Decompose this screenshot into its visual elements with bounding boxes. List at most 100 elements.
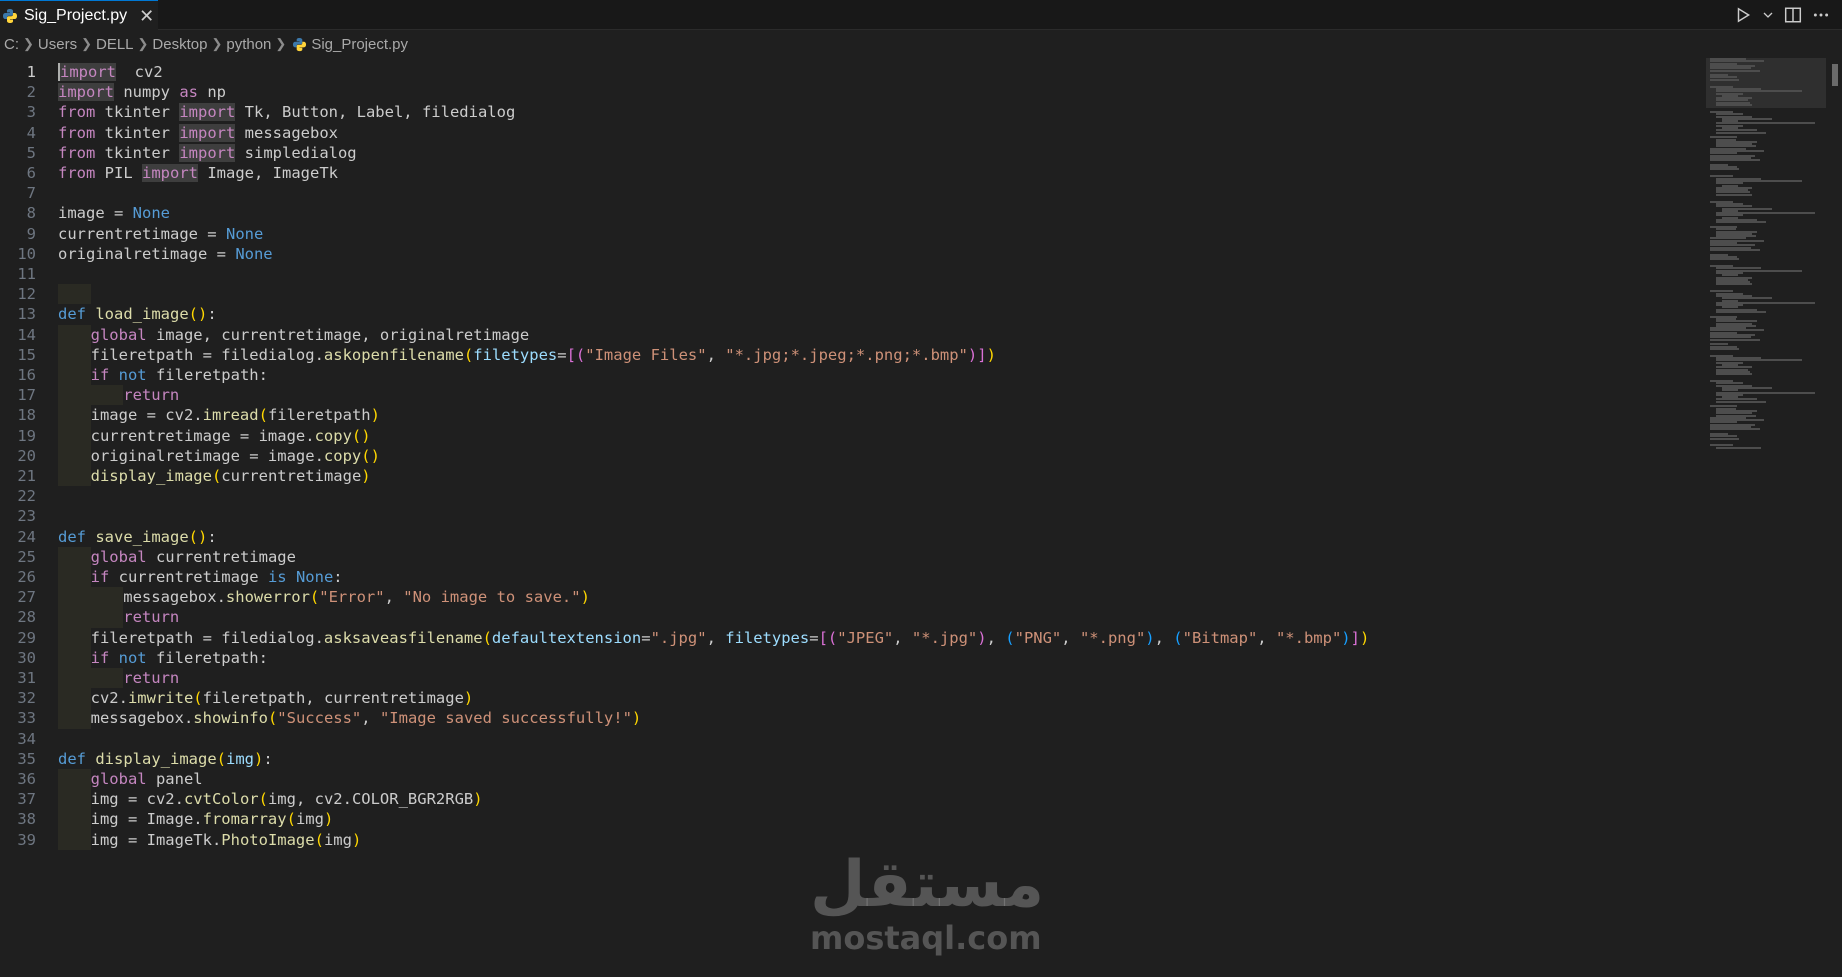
code-line[interactable]: 10 originalretimage = None xyxy=(0,244,1700,264)
code-line[interactable]: 25 global currentretimage xyxy=(0,546,1700,567)
code-token: not xyxy=(118,648,147,667)
breadcrumb-item[interactable]: DELL xyxy=(96,36,134,53)
tab-sig-project[interactable]: Sig_Project.py ✕ xyxy=(0,0,158,30)
code-line[interactable]: 7 xyxy=(0,183,1700,203)
breadcrumb-item[interactable]: C: xyxy=(4,36,19,53)
code-line[interactable]: 11 xyxy=(0,264,1700,284)
code-line[interactable]: 4 from tkinter import messagebox xyxy=(0,123,1700,143)
code-text: originalretimage = image.copy() xyxy=(91,446,380,466)
code-line[interactable]: 36 global panel xyxy=(0,769,1700,790)
code-token: messagebox. xyxy=(90,709,194,728)
code-line[interactable]: 19 currentretimage = image.copy() xyxy=(0,425,1700,446)
close-icon[interactable]: ✕ xyxy=(139,7,154,25)
code-token: originalretimage = image. xyxy=(90,446,324,465)
line-number: 21 xyxy=(17,467,36,485)
code-line[interactable]: 18 image = cv2.imread(fileretpath) xyxy=(0,405,1700,426)
code-line[interactable]: 9 currentretimage = None xyxy=(0,224,1700,244)
code-token: "Image Files" xyxy=(585,345,707,364)
indent-guide xyxy=(58,385,91,406)
code-token: img xyxy=(295,810,324,829)
code-line[interactable]: 2 import numpy as np xyxy=(0,82,1700,102)
code-line[interactable]: 1 import cv2 xyxy=(0,62,1700,82)
code-line[interactable]: 24 def save_image(): xyxy=(0,527,1700,547)
split-editor-icon[interactable] xyxy=(1784,6,1802,24)
code-token: : xyxy=(207,527,217,546)
code-token: "PNG" xyxy=(1014,628,1062,647)
code-text: if currentretimage is None: xyxy=(91,567,343,587)
breadcrumb: C: ❯ Users ❯ DELL ❯ Desktop ❯ python ❯ S… xyxy=(0,32,1842,56)
code-line[interactable]: 39 img = ImageTk.PhotoImage(img) xyxy=(0,829,1700,850)
code-line[interactable]: 30 if not fileretpath: xyxy=(0,647,1700,668)
code-line[interactable]: 32 cv2.imwrite(fileretpath, currentretima… xyxy=(0,688,1700,709)
breadcrumb-item[interactable]: Users xyxy=(38,36,77,53)
breadcrumb-item[interactable]: Sig_Project.py xyxy=(311,36,408,53)
code-line[interactable]: 5 from tkinter import simpledialog xyxy=(0,143,1700,163)
code-line[interactable]: 34 xyxy=(0,729,1700,749)
code-token: panel xyxy=(146,770,203,788)
code-token: = xyxy=(641,628,651,647)
chevron-down-icon[interactable] xyxy=(1762,9,1774,21)
line-number: 30 xyxy=(17,648,36,667)
indent-guide xyxy=(58,344,91,365)
code-line[interactable]: 38 img = Image.fromarray(img) xyxy=(0,809,1700,830)
code-token: cv2. xyxy=(90,689,128,708)
code-line[interactable]: 28 return xyxy=(0,607,1700,628)
code-token: ] xyxy=(1350,628,1360,647)
code-line[interactable]: 22 xyxy=(0,486,1700,506)
code-line[interactable]: 16 if not fileretpath: xyxy=(0,365,1700,386)
indent-guide xyxy=(58,627,91,648)
scrollbar-thumb[interactable] xyxy=(1832,64,1838,86)
minimap[interactable] xyxy=(1706,58,1826,458)
code-token: not xyxy=(118,366,147,384)
chevron-right-icon: ❯ xyxy=(137,36,149,51)
line-number: 32 xyxy=(17,689,36,708)
code-line[interactable]: 3 from tkinter import Tk, Button, Label, … xyxy=(0,102,1700,122)
code-line[interactable]: 20 originalretimage = image.copy() xyxy=(0,445,1700,466)
code-token: showerror xyxy=(225,588,310,607)
line-number: 12 xyxy=(17,285,36,304)
code-token: filetypes xyxy=(473,345,558,364)
code-line[interactable]: 37 img = cv2.cvtColor(img, cv2.COLOR_BGR2… xyxy=(0,789,1700,810)
code-editor[interactable]: 1 import cv2 2 import numpy as np 3 from tkin… xyxy=(0,62,1700,977)
code-line[interactable]: 12 xyxy=(0,284,1700,305)
code-line[interactable]: 21 display_image(currentretimage) xyxy=(0,466,1700,487)
code-line[interactable]: 26 if currentretimage is None: xyxy=(0,567,1700,588)
tab-bar: Sig_Project.py ✕ xyxy=(0,0,1842,30)
code-token: import xyxy=(142,164,198,182)
code-line[interactable]: 17 return xyxy=(0,385,1700,406)
code-token: imwrite xyxy=(127,689,194,708)
code-line[interactable]: 35 def display_image(img): xyxy=(0,749,1700,769)
code-token: ( xyxy=(1173,628,1183,647)
code-token: = xyxy=(809,628,819,647)
run-icon[interactable] xyxy=(1734,6,1752,24)
code-token: img xyxy=(323,830,352,849)
code-text: return xyxy=(123,607,179,627)
chevron-right-icon: ❯ xyxy=(23,36,34,51)
code-line[interactable]: 15 fileretpath = filedialog.askopenfilena… xyxy=(0,344,1700,365)
code-token: () xyxy=(188,305,208,324)
breadcrumb-item[interactable]: Desktop xyxy=(152,36,207,53)
watermark-logo: مستقل mostaql.com xyxy=(810,850,1044,960)
more-actions-icon[interactable] xyxy=(1812,6,1830,24)
code-line[interactable]: 33 messagebox.showinfo("Success", "Image … xyxy=(0,708,1700,729)
code-line[interactable]: 6 from PIL import Image, ImageTk xyxy=(0,163,1700,183)
breadcrumb-item[interactable]: python xyxy=(226,36,271,53)
indent-guide xyxy=(58,365,91,386)
line-number: 38 xyxy=(17,810,36,829)
code-line[interactable]: 27 messagebox.showerror("Error", "No imag… xyxy=(0,587,1700,608)
code-line[interactable]: 8 image = None xyxy=(0,203,1700,223)
code-token: ( xyxy=(309,588,320,607)
code-token: currentretimage = image. xyxy=(90,426,315,445)
line-number: 5 xyxy=(26,143,36,162)
code-token: ) xyxy=(977,628,987,647)
code-line[interactable]: 23 xyxy=(0,506,1700,526)
indent-guide xyxy=(58,647,91,668)
vertical-scrollbar[interactable] xyxy=(1830,58,1842,977)
code-line[interactable]: 14 global image, currentretimage, origina… xyxy=(0,324,1700,345)
code-token: None xyxy=(225,224,264,243)
code-token: , xyxy=(361,709,380,728)
code-line[interactable]: 29 fileretpath = filedialog.asksaveasfile… xyxy=(0,627,1700,648)
code-line[interactable]: 13 def load_image(): xyxy=(0,304,1700,324)
code-line[interactable]: 31 return xyxy=(0,668,1700,689)
